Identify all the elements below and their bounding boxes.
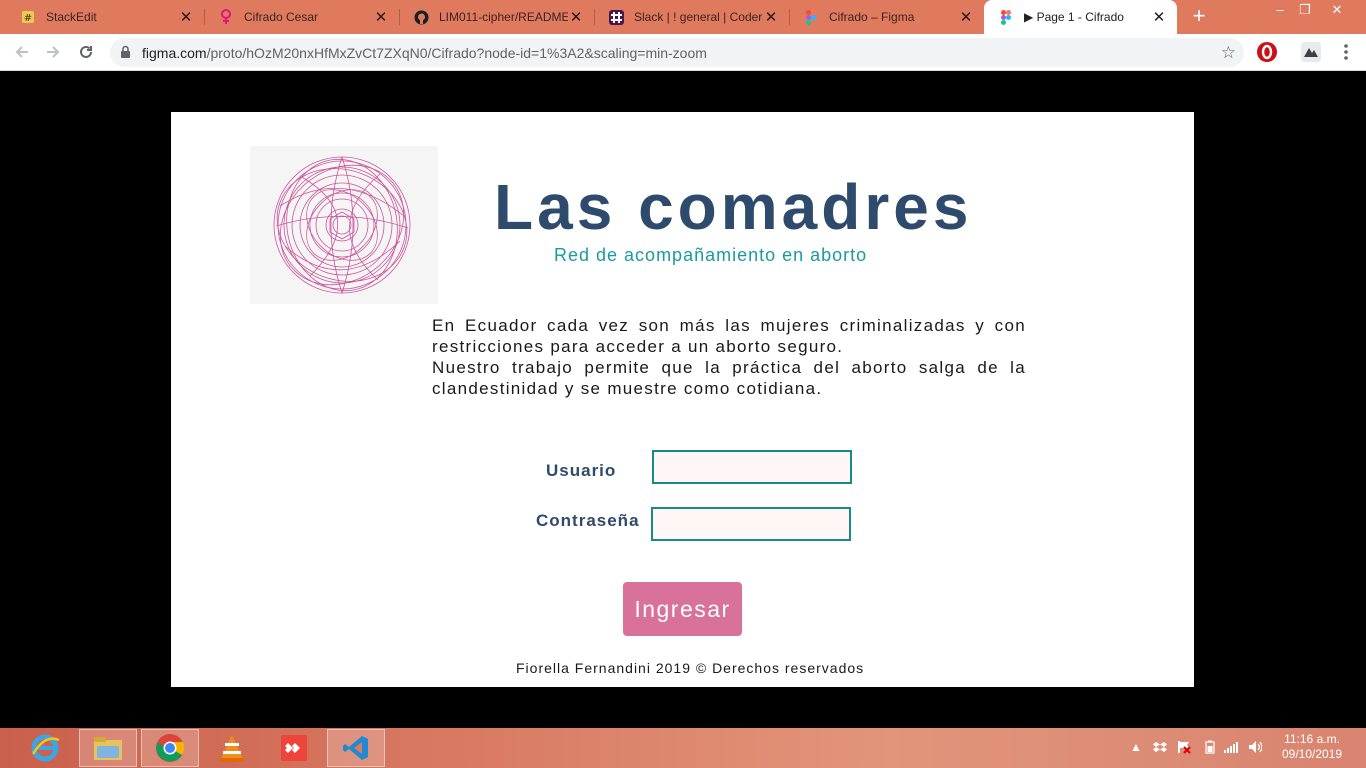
chrome-icon[interactable] (141, 729, 199, 767)
volume-icon[interactable] (1248, 740, 1262, 754)
page-subtitle: Red de acompañamiento en aborto (554, 245, 868, 265)
reload-button[interactable] (75, 41, 97, 63)
tab-github-readme[interactable]: LIM011-cipher/README ✕ (399, 0, 594, 34)
password-label: Contraseña (536, 511, 640, 530)
figma-icon (803, 9, 819, 25)
close-icon[interactable]: ✕ (763, 8, 779, 26)
back-button[interactable] (11, 41, 33, 63)
forward-button[interactable] (42, 41, 64, 63)
battery-icon[interactable] (1203, 740, 1217, 754)
restore-button[interactable]: ❐ (1290, 0, 1320, 20)
network-signal-icon[interactable] (1224, 740, 1238, 754)
page-title: Las comadres (494, 171, 973, 243)
tab-strip: # StackEdit ✕ Cifrado Cesar ✕ LIM011-cip… (0, 0, 1366, 34)
new-tab-button[interactable]: + (1188, 5, 1210, 28)
close-icon[interactable]: ✕ (178, 8, 194, 26)
login-button[interactable]: Ingresar (623, 582, 742, 636)
url-text: figma.com/proto/hOzM20nxHfMxZvCt7ZXqN0/C… (142, 45, 707, 61)
anydesk-icon[interactable] (265, 729, 323, 767)
intro-paragraph: En Ecuador cada vez son más las mujeres … (432, 316, 1026, 356)
address-bar[interactable]: figma.com/proto/hOzM20nxHfMxZvCt7ZXqN0/C… (110, 38, 1244, 67)
clock-time: 11:16 a.m. (1284, 732, 1340, 746)
chevron-up-icon[interactable]: ▲ (1129, 740, 1143, 754)
female-symbol-icon (218, 9, 234, 25)
url-host: figma.com (142, 45, 207, 61)
close-icon[interactable]: ✕ (1151, 8, 1167, 26)
windows-taskbar: ▲ 11:16 a.m. 09/10/2019 (0, 728, 1366, 768)
close-icon[interactable]: ✕ (373, 8, 389, 26)
system-clock[interactable]: 11:16 a.m. 09/10/2019 (1276, 732, 1348, 762)
file-explorer-icon[interactable] (79, 729, 137, 767)
figma-icon (998, 9, 1014, 25)
tab-title: Cifrado Cesar (244, 10, 319, 24)
password-input[interactable] (651, 507, 851, 541)
figma-prototype-canvas: Las comadres Red de acompañamiento en ab… (0, 71, 1366, 728)
svg-text:#: # (24, 13, 32, 24)
extension-icon[interactable] (1301, 42, 1321, 62)
internet-explorer-icon[interactable] (16, 729, 74, 767)
dropbox-icon[interactable] (1153, 740, 1167, 754)
arrow-left-icon (15, 46, 28, 58)
tab-cifrado-cesar[interactable]: Cifrado Cesar ✕ (204, 0, 399, 34)
tab-title: StackEdit (46, 10, 97, 24)
stackedit-icon: # (20, 9, 36, 25)
login-frame: Las comadres Red de acompañamiento en ab… (171, 112, 1194, 687)
opera-vpn-extension-icon[interactable] (1257, 42, 1277, 62)
intro-text: En Ecuador cada vez son más las mujeres … (432, 315, 1026, 399)
username-input[interactable] (652, 450, 852, 484)
vlc-icon[interactable] (203, 729, 261, 767)
footer-copyright: Fiorella Fernandini 2019 © Derechos rese… (516, 660, 865, 676)
url-path: /proto/hOzM20nxHfMxZvCt7ZXqN0/Cifrado?no… (206, 45, 707, 61)
intro-paragraph: Nuestro trabajo permite que la práctica … (432, 358, 1026, 398)
browser-toolbar: figma.com/proto/hOzM20nxHfMxZvCt7ZXqN0/C… (0, 34, 1366, 71)
tab-title: ▶ Page 1 - Cifrado (1024, 10, 1124, 24)
tab-slack[interactable]: Slack | ! general | Coders ✕ (594, 0, 789, 34)
window-close-button[interactable]: ✕ (1322, 0, 1352, 20)
username-label: Usuario (546, 461, 617, 480)
tab-title: LIM011-cipher/README (439, 10, 568, 24)
close-icon[interactable]: ✕ (568, 8, 584, 26)
reload-icon (80, 45, 92, 58)
bookmark-star-icon[interactable]: ☆ (1221, 43, 1236, 63)
tab-page1-cifrado[interactable]: ▶ Page 1 - Cifrado ✕ (984, 0, 1177, 34)
vscode-icon[interactable] (327, 729, 385, 767)
clock-date: 09/10/2019 (1281, 747, 1343, 761)
las-comadres-logo (250, 146, 438, 304)
slack-icon (608, 9, 624, 25)
tab-title: Slack | ! general | Coders (634, 10, 763, 24)
action-center-flag-icon[interactable] (1177, 740, 1191, 754)
github-icon (413, 9, 429, 25)
arrow-right-icon (47, 46, 60, 58)
close-icon[interactable]: ✕ (958, 8, 974, 26)
tab-title: Cifrado – Figma (829, 10, 915, 24)
tab-stackedit[interactable]: # StackEdit ✕ (6, 0, 204, 34)
menu-kebab-icon[interactable] (1336, 42, 1356, 62)
tab-figma-cifrado[interactable]: Cifrado – Figma ✕ (789, 0, 984, 34)
lock-icon (120, 45, 131, 64)
